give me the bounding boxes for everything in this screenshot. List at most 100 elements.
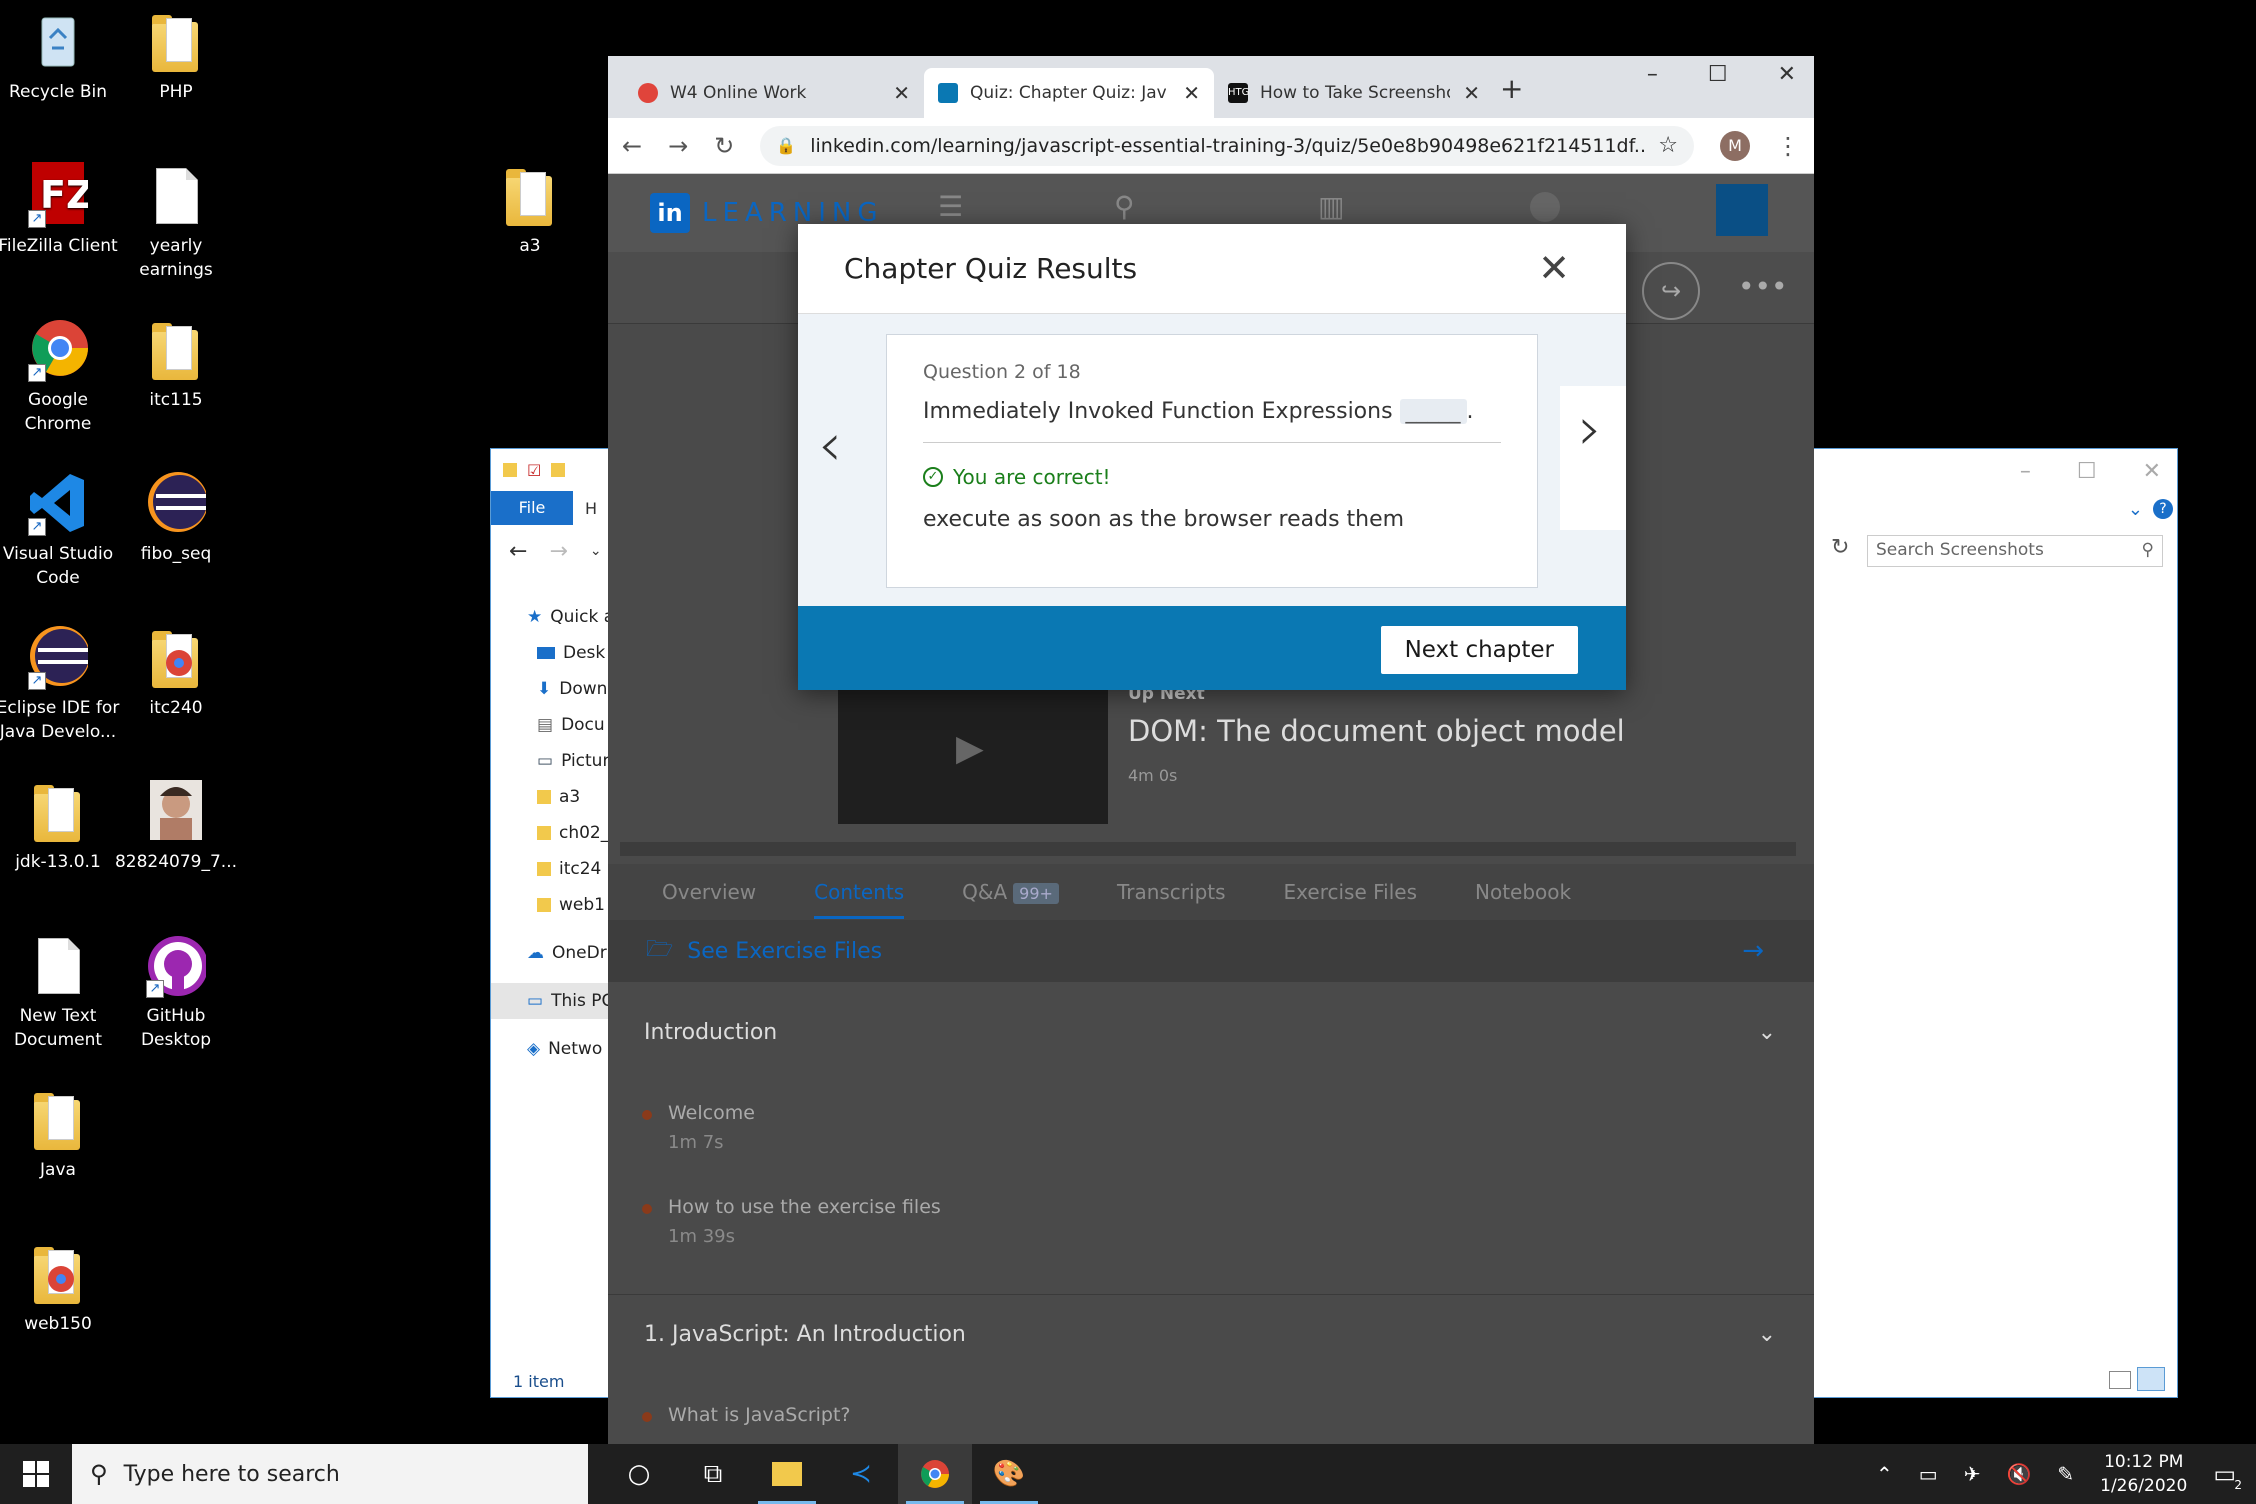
lesson-item[interactable]: Welcome 1m 7s <box>642 1098 755 1158</box>
notification-center-icon[interactable]: ▭ 2 <box>2213 1460 2242 1492</box>
tab-exercise-files[interactable]: Exercise Files <box>1284 880 1417 904</box>
horizontal-scrollbar[interactable] <box>620 842 1796 856</box>
share-icon[interactable]: ↪ <box>1642 262 1700 320</box>
desktop-icon-new-text-document[interactable]: New Text Document <box>0 932 120 1052</box>
sidebar-item-downloads[interactable]: ⬇ Down <box>491 671 611 707</box>
menu-kebab-icon[interactable]: ⋮ <box>1776 132 1800 160</box>
sidebar-item-desktop[interactable]: Desk <box>491 635 611 671</box>
up-next-card[interactable]: Up Next DOM: The document object model 4… <box>838 684 1625 824</box>
see-exercise-files-link[interactable]: 🗁 See Exercise Files → <box>608 920 1814 982</box>
sidebar-item-quick-access[interactable]: ★ Quick a <box>491 599 611 635</box>
help-icon[interactable]: ? <box>2153 499 2173 519</box>
maximize-icon[interactable]: ☐ <box>1708 62 1728 87</box>
address-bar[interactable]: 🔒 linkedin.com/learning/javascript-essen… <box>760 125 1694 166</box>
close-icon[interactable]: ✕ <box>1778 62 1796 87</box>
desktop-icon-php[interactable]: PHP <box>114 8 238 104</box>
details-view-icon[interactable] <box>2109 1371 2131 1389</box>
cortana-icon[interactable]: ○ <box>602 1444 676 1504</box>
lesson-item[interactable]: What is JavaScript? <box>642 1400 851 1430</box>
chrome-taskbar-icon[interactable] <box>898 1444 972 1504</box>
close-icon[interactable]: ✕ <box>1538 246 1570 290</box>
desktop-icon-itc115[interactable]: itc115 <box>114 316 238 412</box>
chevron-down-icon[interactable]: ⌄ <box>1758 1322 1776 1347</box>
minimize-icon[interactable]: – <box>2020 459 2031 484</box>
desktop-icon-java[interactable]: Java <box>0 1086 120 1182</box>
browser-tab-how-to-take-screenshot[interactable]: HTG How to Take Screensho ✕ <box>1214 68 1494 118</box>
search-input[interactable]: Search Screenshots ⚲ <box>1867 535 2163 567</box>
tab-overview[interactable]: Overview <box>662 880 756 904</box>
desktop-icon-filezilla[interactable]: FZ ↗ FileZilla Client <box>0 162 120 258</box>
desktop-icon-itc240[interactable]: itc240 <box>114 624 238 720</box>
linkedin-logo-icon[interactable]: in <box>650 193 690 233</box>
search-icon[interactable]: ⚲ <box>1114 190 1135 223</box>
forward-arrow-icon[interactable]: → <box>549 539 567 564</box>
section-introduction[interactable]: Introduction ⌄ <box>608 1020 1814 1045</box>
desktop-icon-jdk[interactable]: jdk-13.0.1 <box>0 778 120 874</box>
network-icon[interactable]: ✈ <box>1964 1462 1981 1486</box>
sidebar-item-ch02[interactable]: ch02_ <box>491 815 611 851</box>
new-folder-icon[interactable] <box>551 463 566 477</box>
sidebar-item-a3[interactable]: a3 <box>491 779 611 815</box>
next-chapter-button[interactable]: Next chapter <box>1380 626 1578 674</box>
browser-tab-w4-online-work[interactable]: W4 Online Work ✕ <box>624 68 924 118</box>
battery-icon[interactable]: ▭ <box>1919 1462 1938 1486</box>
minimize-icon[interactable]: – <box>1647 62 1658 87</box>
folder-icon[interactable] <box>503 463 517 477</box>
sidebar-item-web1[interactable]: web1 <box>491 887 611 923</box>
next-question-arrow-icon[interactable]: › <box>1578 394 1602 464</box>
desktop-icon-recycle-bin[interactable]: Recycle Bin <box>0 8 120 104</box>
business-icon[interactable] <box>1716 184 1768 236</box>
close-tab-icon[interactable]: ✕ <box>1463 81 1480 105</box>
desktop-icon-web150[interactable]: web150 <box>0 1240 120 1336</box>
previous-question-arrow-icon[interactable]: ‹ <box>818 410 842 480</box>
sidebar-item-itc240[interactable]: itc24 <box>491 851 611 887</box>
taskbar-clock[interactable]: 10:12 PM 1/26/2020 <box>2100 1450 2187 1498</box>
chevron-down-icon[interactable]: ⌄ <box>2128 499 2143 520</box>
maximize-icon[interactable]: ☐ <box>2077 459 2097 484</box>
task-view-icon[interactable]: ⧉ <box>676 1444 750 1504</box>
new-tab-button[interactable]: + <box>1500 72 1523 105</box>
ribbon-file-tab[interactable]: File <box>491 491 573 525</box>
up-next-title[interactable]: DOM: The document object model <box>1128 714 1625 748</box>
large-icons-view-icon[interactable] <box>2137 1367 2165 1391</box>
show-hidden-icons-chevron-icon[interactable]: ⌃ <box>1876 1462 1893 1486</box>
file-explorer-taskbar-icon[interactable] <box>750 1444 824 1504</box>
profile-avatar[interactable]: M <box>1720 130 1750 161</box>
back-arrow-icon[interactable]: ← <box>622 132 642 160</box>
browser-tab-quiz[interactable]: Quiz: Chapter Quiz: Java ✕ <box>924 68 1214 118</box>
back-arrow-icon[interactable]: ← <box>509 539 527 564</box>
properties-icon[interactable]: ☑ <box>527 461 541 480</box>
sidebar-item-onedrive[interactable]: ☁ OneDr <box>491 935 611 971</box>
reload-icon[interactable]: ↻ <box>714 132 734 160</box>
close-tab-icon[interactable]: ✕ <box>893 81 910 105</box>
ribbon-home-tab[interactable]: H <box>573 499 597 518</box>
desktop-icon-vscode[interactable]: ↗ Visual Studio Code <box>0 470 120 590</box>
pen-icon[interactable]: ✎ <box>2057 1462 2074 1486</box>
bookmark-star-icon[interactable]: ☆ <box>1658 133 1678 158</box>
tab-contents[interactable]: Contents <box>814 880 905 919</box>
vscode-taskbar-icon[interactable]: ≺ <box>824 1444 898 1504</box>
sidebar-item-this-pc[interactable]: ▭ This PC <box>491 983 611 1019</box>
section-javascript-introduction[interactable]: 1. JavaScript: An Introduction ⌄ <box>608 1322 1814 1347</box>
desktop-icon-fibo-seq[interactable]: fibo_seq <box>114 470 238 566</box>
close-icon[interactable]: ✕ <box>2143 459 2161 484</box>
taskbar-search-box[interactable]: ⚲ Type here to search <box>72 1444 588 1504</box>
paint-taskbar-icon[interactable]: 🎨 <box>972 1444 1046 1504</box>
video-thumbnail[interactable] <box>838 684 1108 824</box>
close-tab-icon[interactable]: ✕ <box>1183 81 1200 105</box>
me-avatar[interactable] <box>1530 192 1560 222</box>
refresh-icon[interactable]: ↻ <box>1831 535 1849 560</box>
desktop-icon-yearly-earnings[interactable]: yearly earnings <box>114 162 238 282</box>
volume-muted-icon[interactable]: 🔇 <box>2006 1462 2031 1486</box>
sidebar-item-network[interactable]: ◈ Netwo <box>491 1031 611 1067</box>
sidebar-item-documents[interactable]: ▤ Docu <box>491 707 611 743</box>
desktop-icon-eclipse[interactable]: ↗ Eclipse IDE for Java Develo... <box>0 624 120 744</box>
sidebar-item-pictures[interactable]: ▭ Pictur <box>491 743 611 779</box>
desktop-icon-google-chrome[interactable]: ↗ Google Chrome <box>0 316 120 436</box>
tab-qa[interactable]: Q&A 99+ <box>962 880 1059 904</box>
next-question-panel[interactable]: › <box>1560 386 1626 530</box>
tab-transcripts[interactable]: Transcripts <box>1117 880 1226 904</box>
start-button[interactable] <box>0 1444 72 1504</box>
tab-notebook[interactable]: Notebook <box>1475 880 1571 904</box>
chevron-down-icon[interactable]: ⌄ <box>1758 1020 1776 1045</box>
